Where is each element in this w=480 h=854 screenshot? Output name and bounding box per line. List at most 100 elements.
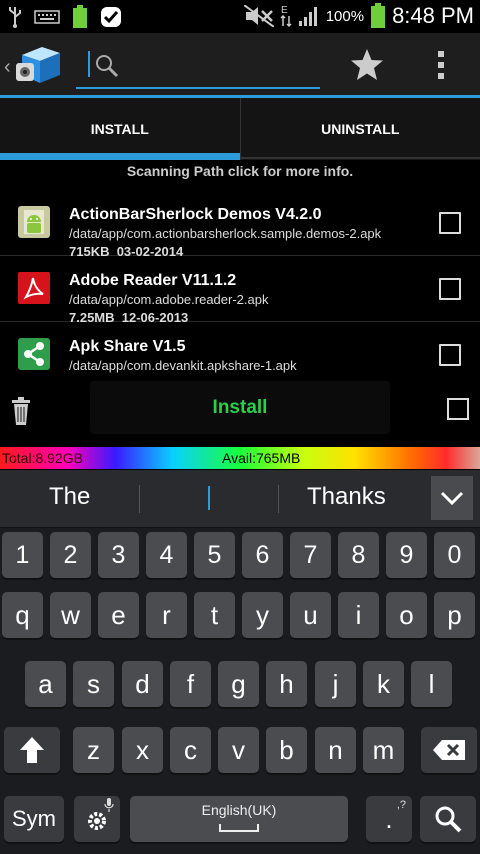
key[interactable]: 0 <box>434 532 475 578</box>
key[interactable]: s <box>73 661 114 707</box>
key[interactable]: 3 <box>98 532 139 578</box>
key[interactable]: k <box>363 661 404 707</box>
battery-percent: 100% <box>325 7 365 25</box>
data-signal-e-icon: E <box>280 5 292 28</box>
storage-available: Avail:765MB <box>222 450 301 466</box>
search-icon <box>96 55 119 78</box>
key[interactable]: j <box>315 661 356 707</box>
suggestion-divider <box>278 485 279 513</box>
key[interactable]: n <box>315 727 356 773</box>
share-icon <box>18 338 50 370</box>
key[interactable]: w <box>50 592 91 638</box>
back-chevron-icon[interactable]: ‹ <box>4 56 11 79</box>
trash-icon[interactable] <box>10 396 32 426</box>
app-logo-icon[interactable] <box>14 41 64 87</box>
favorite-star-icon[interactable] <box>349 47 385 83</box>
install-button[interactable]: Install <box>90 381 390 434</box>
search-field[interactable] <box>76 45 320 89</box>
key[interactable]: q <box>2 592 43 638</box>
check-badge-icon <box>101 7 121 27</box>
overflow-menu-icon[interactable] <box>436 49 446 81</box>
key[interactable]: 1 <box>2 532 43 578</box>
action-bar: ‹ <box>0 33 480 97</box>
key[interactable]: 7 <box>290 532 331 578</box>
app-path: /data/app/com.actionbarsherlock.sample.d… <box>69 226 382 241</box>
key[interactable]: r <box>146 592 187 638</box>
key[interactable]: a <box>25 661 66 707</box>
soft-keyboard: 1 2 3 4 5 6 7 8 9 0 q w e r t y u i o p … <box>0 528 480 854</box>
app-checkbox[interactable] <box>439 278 461 300</box>
status-left-icons <box>8 5 122 29</box>
key[interactable]: m <box>363 727 404 773</box>
key[interactable]: e <box>98 592 139 638</box>
tab-uninstall[interactable]: UNINSTALL <box>239 98 480 160</box>
key[interactable]: l <box>411 661 452 707</box>
period-hint: ,? <box>396 799 406 811</box>
app-path: /data/app/com.adobe.reader-2.apk <box>69 292 269 307</box>
key[interactable]: x <box>122 727 163 773</box>
suggestion-left[interactable]: The <box>49 483 90 511</box>
usb-icon <box>9 7 21 28</box>
collapse-suggestions-button[interactable] <box>431 476 473 520</box>
list-item[interactable]: Adobe Reader V11.1.2 /data/app/com.adobe… <box>0 256 480 325</box>
key[interactable]: 4 <box>146 532 187 578</box>
backspace-icon <box>433 740 465 760</box>
shift-key[interactable] <box>4 727 60 773</box>
keyboard-icon <box>34 10 60 24</box>
select-all-checkbox[interactable] <box>447 398 469 420</box>
key[interactable]: z <box>73 727 114 773</box>
space-language-label: English(UK) <box>201 802 277 818</box>
backspace-key[interactable] <box>421 727 477 773</box>
key[interactable]: 9 <box>386 532 427 578</box>
key[interactable]: c <box>170 727 211 773</box>
key[interactable]: 6 <box>242 532 283 578</box>
scan-path-info[interactable]: Scanning Path click for more info. <box>0 163 480 179</box>
key[interactable]: o <box>386 592 427 638</box>
key[interactable]: v <box>218 727 259 773</box>
cell-signal-icon <box>298 7 317 26</box>
key[interactable]: g <box>218 661 259 707</box>
clock: 8:48 PM <box>392 3 474 28</box>
key[interactable]: u <box>290 592 331 638</box>
suggestion-middle[interactable] <box>208 486 210 510</box>
period-label: . <box>385 803 393 834</box>
storage-bar: Total:8.92GB Avail:765MB <box>0 447 480 469</box>
key[interactable]: h <box>266 661 307 707</box>
mic-icon <box>104 798 114 812</box>
tab-install[interactable]: INSTALL <box>0 98 240 160</box>
app-checkbox[interactable] <box>439 344 461 366</box>
key[interactable]: 2 <box>50 532 91 578</box>
app-checkbox[interactable] <box>439 212 461 234</box>
svg-text:E: E <box>281 5 288 16</box>
key[interactable]: i <box>338 592 379 638</box>
space-bar-icon <box>219 824 259 832</box>
search-key[interactable] <box>420 796 476 842</box>
tab-track <box>240 157 480 159</box>
app-title: Apk Share V1.5 <box>69 338 186 355</box>
key[interactable]: y <box>242 592 283 638</box>
chevron-down-icon <box>440 491 464 506</box>
key[interactable]: 8 <box>338 532 379 578</box>
android-icon <box>18 206 50 238</box>
app-title: ActionBarSherlock Demos V4.2.0 <box>69 206 322 223</box>
app-title: Adobe Reader V11.1.2 <box>69 272 237 289</box>
space-key[interactable]: English(UK) <box>130 796 348 842</box>
mute-icon <box>243 5 274 27</box>
suggestion-right[interactable]: Thanks <box>307 483 386 511</box>
settings-key[interactable] <box>74 796 120 842</box>
app-path: /data/app/com.devankit.apkshare-1.apk <box>69 358 297 373</box>
key[interactable]: t <box>194 592 235 638</box>
list-item[interactable]: ActionBarSherlock Demos V4.2.0 /data/app… <box>0 190 480 259</box>
period-key[interactable]: . ,? <box>366 796 412 842</box>
search-text-cursor <box>88 51 90 77</box>
key[interactable]: b <box>266 727 307 773</box>
status-bar: E 100% 8:48 PM <box>0 0 480 33</box>
key[interactable]: d <box>122 661 163 707</box>
tab-indicator <box>0 153 240 160</box>
key[interactable]: 5 <box>194 532 235 578</box>
list-item[interactable]: Apk Share V1.5 /data/app/com.devankit.ap… <box>0 322 480 378</box>
key[interactable]: f <box>170 661 211 707</box>
sym-key[interactable]: Sym <box>4 796 64 842</box>
search-icon <box>435 806 462 833</box>
key[interactable]: p <box>434 592 475 638</box>
